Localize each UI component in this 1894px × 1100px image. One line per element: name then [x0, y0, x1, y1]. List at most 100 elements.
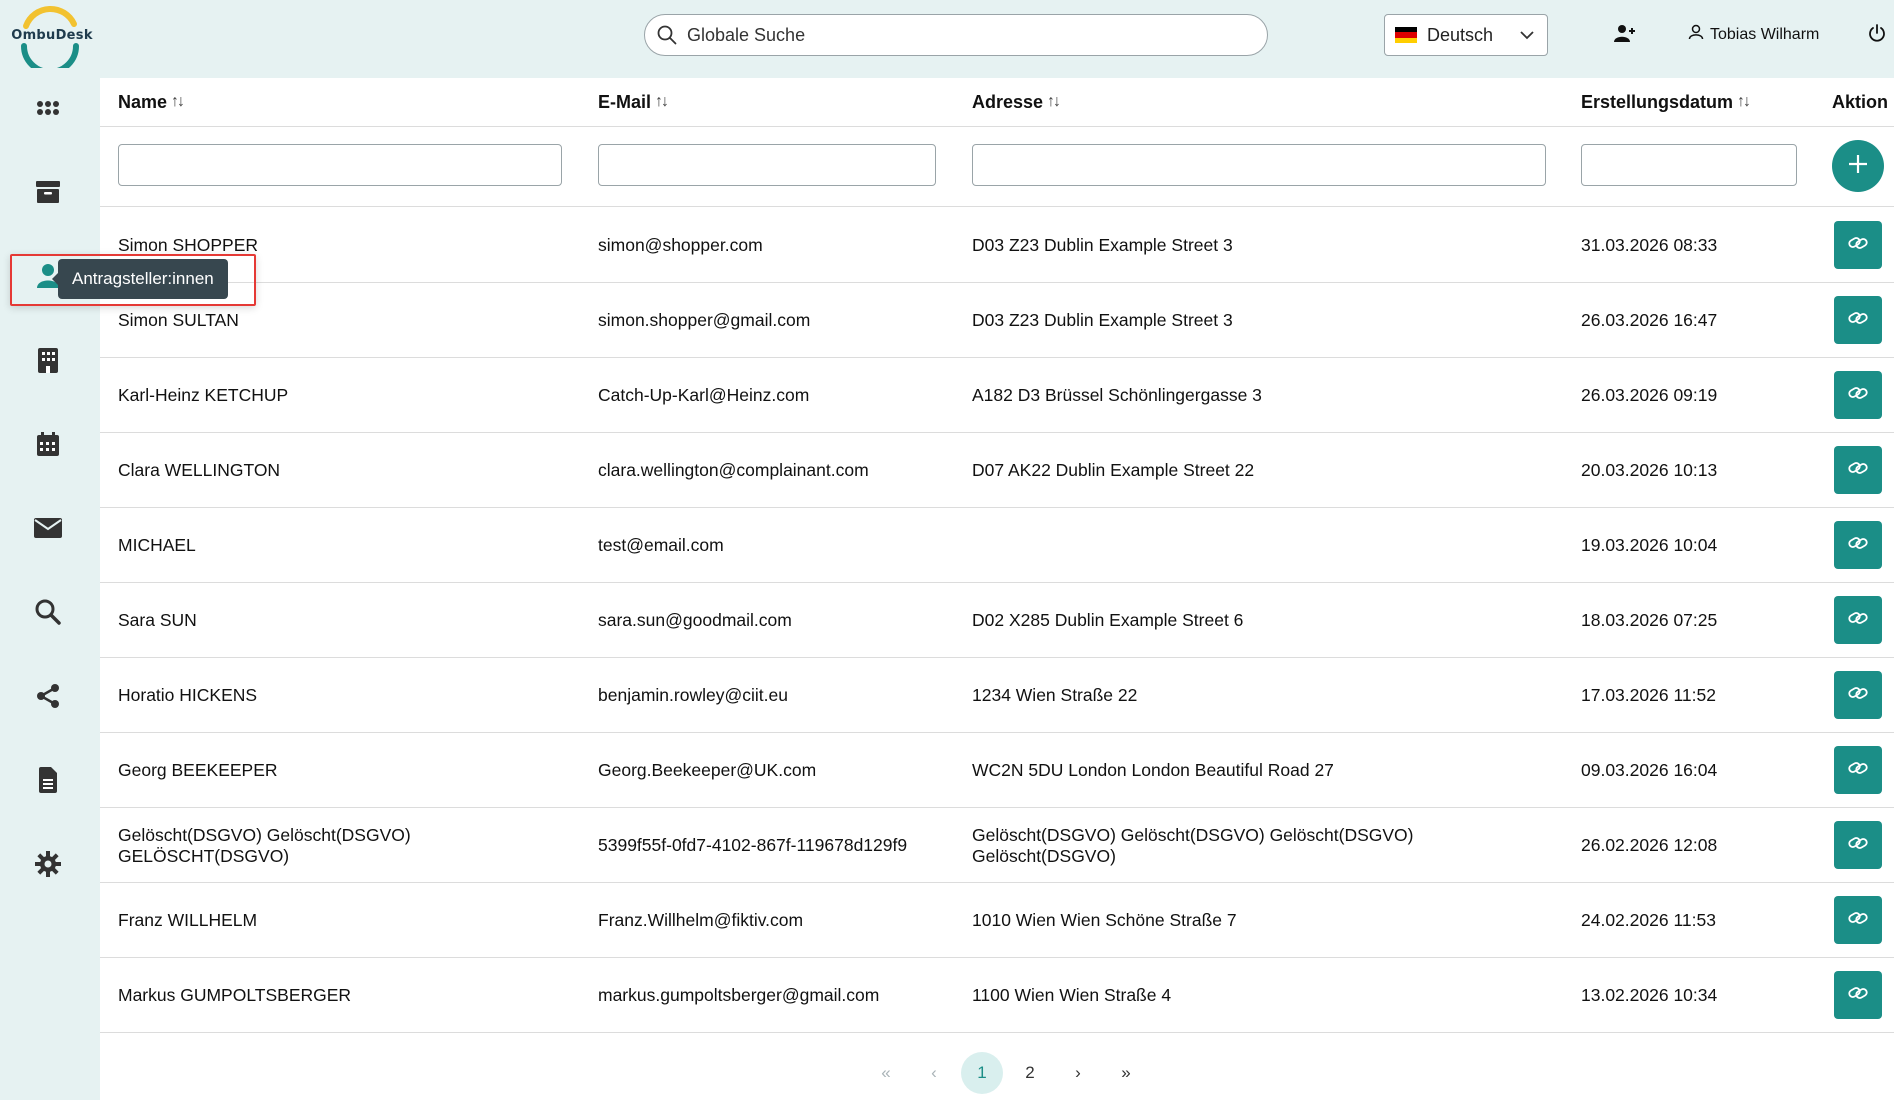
filter-address-input[interactable]	[972, 144, 1546, 186]
pagination-last[interactable]: »	[1105, 1052, 1147, 1094]
cell-address: D03 Z23 Dublin Example Street 3	[972, 310, 1233, 330]
cell-address	[972, 508, 1562, 583]
table-row[interactable]: Georg BEEKEEPER Georg.Beekeeper@UK.com WC2…	[100, 733, 1894, 808]
user-name: Tobias Wilharm	[1710, 25, 1820, 43]
calendar-icon	[36, 431, 60, 462]
table-row[interactable]: Horatio HICKENS benjamin.rowley@ciit.eu 12…	[100, 658, 1894, 733]
add-user-icon[interactable]	[1614, 24, 1638, 48]
filter-email-input[interactable]	[598, 144, 936, 186]
cell-date: 26.02.2026 12:08	[1581, 835, 1718, 855]
table-row[interactable]: Clara WELLINGTON clara.wellington@complai…	[100, 433, 1894, 508]
cell-name: Sara SUN	[118, 610, 197, 630]
column-header-created[interactable]: Erstellungsdatum ↑↓	[1581, 78, 1751, 126]
cell-name: MICHAEL	[118, 535, 196, 555]
cell-address: 1010 Wien Wien Schöne Straße 7	[972, 910, 1237, 930]
cell-email: benjamin.rowley@ciit.eu	[598, 685, 788, 705]
open-applicant-button[interactable]	[1834, 821, 1882, 869]
sidebar-item-search[interactable]	[28, 594, 68, 634]
cell-email: Franz.Willhelm@fiktiv.com	[598, 910, 804, 930]
share-icon	[36, 683, 60, 713]
sort-icon: ↑↓	[655, 93, 669, 110]
cell-name: Karl-Heinz KETCHUP	[118, 385, 289, 405]
applicants-table: Name ↑↓ E-Mail ↑↓ Adresse ↑↓ Erstellungsdat…	[100, 78, 1894, 1100]
pagination-next[interactable]: ›	[1057, 1052, 1099, 1094]
cell-date: 09.03.2026 16:04	[1581, 760, 1718, 780]
open-applicant-button[interactable]	[1834, 221, 1882, 269]
power-icon[interactable]	[1868, 24, 1886, 47]
cell-address: D02 X285 Dublin Example Street 6	[972, 610, 1244, 630]
language-selected: Deutsch	[1427, 24, 1494, 45]
sidebar-item-messages[interactable]	[28, 510, 68, 550]
sidebar-item-settings[interactable]	[28, 846, 68, 886]
user-icon	[1688, 24, 1704, 45]
cell-address: Gelöscht(DSGVO) Gelöscht(DSGVO) Gelöscht…	[972, 824, 1414, 866]
user-menu[interactable]: Tobias Wilharm	[1688, 24, 1819, 45]
table-row[interactable]: MICHAEL test@email.com 19.03.2026 10:04	[100, 508, 1894, 583]
table-row[interactable]: Sara SUN sara.sun@goodmail.com D02 X285 Du…	[100, 583, 1894, 658]
global-search-input[interactable]	[687, 24, 1247, 46]
cell-date: 19.03.2026 10:04	[1581, 535, 1718, 555]
cell-date: 20.03.2026 10:13	[1581, 460, 1718, 480]
top-bar: OmbuDesk Deutsch Tobias Wilharm	[0, 0, 1894, 78]
link-icon	[1848, 611, 1868, 630]
cell-name: Georg BEEKEEPER	[118, 760, 278, 780]
cell-email: simon.shopper@gmail.com	[598, 310, 811, 330]
table-row[interactable]: Markus GUMPOLTSBERGER markus.gumpoltsberg…	[100, 958, 1894, 1033]
column-header-action: Aktion	[1832, 91, 1888, 112]
link-icon	[1848, 986, 1868, 1005]
sidebar	[0, 78, 100, 1100]
sidebar-item-dashboard[interactable]	[28, 90, 68, 130]
logo-text: OmbuDesk	[11, 28, 93, 43]
open-applicant-button[interactable]	[1834, 746, 1882, 794]
cell-address: A182 D3 Brüssel Schönlingergasse 3	[972, 385, 1262, 405]
column-header-address[interactable]: Adresse ↑↓	[972, 78, 1061, 126]
search-icon	[657, 24, 679, 46]
open-applicant-button[interactable]	[1834, 446, 1882, 494]
column-header-name[interactable]: Name ↑↓	[118, 78, 185, 126]
gear-icon	[35, 850, 61, 882]
table-row[interactable]: Karl-Heinz KETCHUP Catch-Up-Karl@Heinz.co…	[100, 358, 1894, 433]
table-row[interactable]: Franz WILLHELM Franz.Willhelm@fiktiv.com 1…	[100, 883, 1894, 958]
chevron-down-icon	[1519, 27, 1535, 48]
grid-icon	[36, 100, 60, 121]
cell-date: 24.02.2026 11:53	[1581, 910, 1716, 930]
divider	[100, 206, 1894, 207]
link-icon	[1848, 236, 1868, 255]
pagination-prev[interactable]: ‹	[913, 1052, 955, 1094]
table-row[interactable]: Simon SULTAN simon.shopper@gmail.com D03 Z…	[100, 283, 1894, 358]
open-applicant-button[interactable]	[1834, 896, 1882, 944]
open-applicant-button[interactable]	[1834, 971, 1882, 1019]
cell-email: sara.sun@goodmail.com	[598, 610, 792, 630]
divider	[100, 126, 1894, 127]
search-icon	[35, 599, 61, 630]
open-applicant-button[interactable]	[1834, 521, 1882, 569]
sort-icon: ↑↓	[171, 93, 185, 110]
sidebar-item-share[interactable]	[28, 678, 68, 718]
cell-name: Gelöscht(DSGVO) Gelöscht(DSGVO) GELÖSCHT…	[118, 824, 411, 866]
open-applicant-button[interactable]	[1834, 596, 1882, 644]
filter-name-input[interactable]	[118, 144, 562, 186]
sort-icon: ↑↓	[1737, 93, 1751, 110]
pagination-page-1[interactable]: 1	[961, 1052, 1003, 1094]
add-applicant-button[interactable]	[1832, 140, 1884, 192]
column-header-email[interactable]: E-Mail ↑↓	[598, 78, 669, 126]
table-row[interactable]: Simon SHOPPER simon@shopper.com D03 Z23 Du…	[100, 208, 1894, 283]
global-search[interactable]	[644, 14, 1268, 56]
open-applicant-button[interactable]	[1834, 671, 1882, 719]
sidebar-item-organizations[interactable]	[28, 342, 68, 382]
cell-date: 13.02.2026 10:34	[1581, 985, 1718, 1005]
sidebar-item-cases[interactable]	[28, 174, 68, 214]
sidebar-item-documents[interactable]	[28, 762, 68, 802]
link-icon	[1848, 836, 1868, 855]
language-select[interactable]: Deutsch	[1384, 14, 1548, 56]
cell-date: 26.03.2026 09:19	[1581, 385, 1718, 405]
filter-date-input[interactable]	[1581, 144, 1797, 186]
pagination-page-2[interactable]: 2	[1009, 1052, 1051, 1094]
sidebar-item-calendar[interactable]	[28, 426, 68, 466]
cell-name: Markus GUMPOLTSBERGER	[118, 985, 352, 1005]
pagination-first[interactable]: «	[865, 1052, 907, 1094]
open-applicant-button[interactable]	[1834, 296, 1882, 344]
ombudesk-logo[interactable]: OmbuDesk	[4, 4, 96, 68]
open-applicant-button[interactable]	[1834, 371, 1882, 419]
table-row[interactable]: Gelöscht(DSGVO) Gelöscht(DSGVO) GELÖSCHT…	[100, 808, 1894, 883]
